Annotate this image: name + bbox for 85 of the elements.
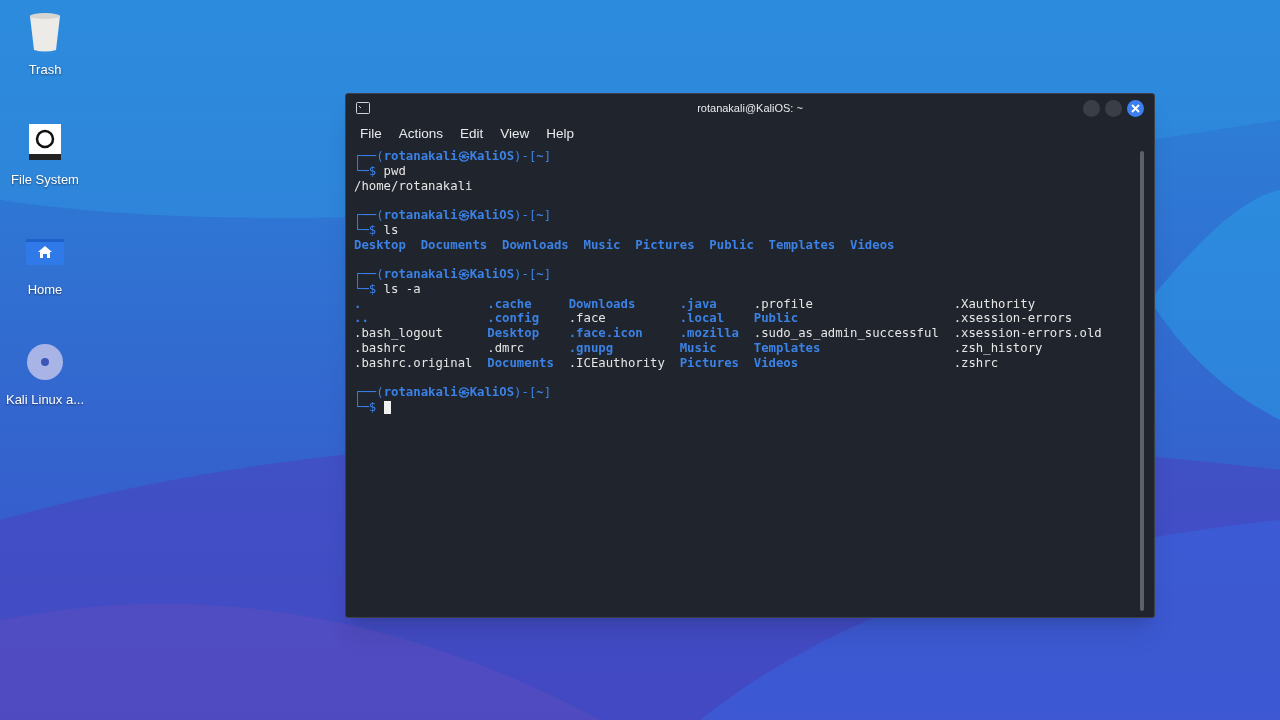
prompt-frame: ┌──(: [354, 208, 384, 223]
file-name: .bashrc.original: [354, 355, 473, 371]
icon-label[interactable]: Home: [27, 280, 63, 300]
directory-name: Templates: [753, 340, 821, 356]
command-text: ls: [383, 222, 399, 238]
directory-name: Downloads: [568, 296, 636, 312]
prompt-frame: ]: [543, 385, 552, 400]
menu-item[interactable]: Actions: [391, 123, 451, 145]
prompt-frame: ]: [543, 208, 552, 223]
file-name: .zsh_history: [953, 340, 1043, 356]
drive-icon[interactable]: [28, 123, 62, 161]
menu-item[interactable]: Help: [539, 123, 582, 145]
file-name: .bashrc: [354, 340, 406, 356]
icon-label[interactable]: File System: [11, 170, 79, 190]
icon-label[interactable]: Trash: [28, 60, 62, 80]
directory-name: Pictures: [679, 355, 739, 371]
file-name: .xsession-errors.old: [953, 326, 1102, 341]
prompt-symbol: └─$: [354, 281, 377, 297]
trash-icon[interactable]: [27, 12, 63, 52]
file-name: .Xauthority: [953, 296, 1036, 312]
prompt-text: ~: [536, 208, 544, 223]
directory-name: Public: [709, 237, 754, 253]
prompt-text: rotanakali㉿KaliOS: [383, 149, 515, 164]
directory-name: Templates: [768, 237, 836, 253]
close-icon: [1131, 103, 1140, 113]
directory-name: Downloads: [502, 237, 569, 253]
file-name: .zshrc: [953, 355, 999, 371]
prompt-symbol: └─$: [354, 163, 377, 179]
directory-name: Documents: [420, 237, 488, 253]
prompt-frame: ]: [543, 149, 552, 164]
directory-name: .: [354, 296, 362, 312]
prompt-symbol: └─$: [354, 222, 377, 238]
directory-name: .config: [487, 311, 540, 326]
file-name: .sudo_as_admin_successful: [753, 326, 939, 341]
prompt-symbol: └─$: [354, 399, 377, 415]
directory-name: Music: [679, 340, 717, 356]
directory-name: Documents: [487, 355, 554, 371]
directory-name: .face.icon: [568, 326, 643, 341]
close-button[interactable]: [1127, 99, 1144, 117]
directory-name: Music: [583, 237, 621, 253]
prompt-frame: ]: [543, 267, 552, 282]
terminal-icon: [356, 102, 370, 114]
directory-name: Videos: [850, 237, 895, 253]
prompt-text: rotanakali㉿KaliOS: [383, 208, 515, 223]
directory-name: Pictures: [635, 237, 695, 253]
file-name: .face: [568, 311, 606, 326]
home-icon[interactable]: [26, 239, 64, 265]
scrollbar[interactable]: [1140, 151, 1144, 611]
directory-name: Public: [753, 311, 799, 326]
menu-item[interactable]: View: [493, 123, 537, 145]
prompt-text: rotanakali㉿KaliOS: [383, 385, 515, 400]
command-text: ls -a: [383, 281, 421, 297]
command-text: pwd: [383, 163, 406, 179]
prompt-text: ~: [536, 267, 544, 282]
file-name: .profile: [753, 296, 813, 312]
menu-item[interactable]: Edit: [453, 123, 491, 145]
directory-name: Desktop: [487, 326, 540, 341]
directory-name: .local: [679, 311, 725, 326]
icon-label[interactable]: Kali Linux a...: [5, 390, 84, 410]
text-cursor: [383, 400, 391, 414]
directory-name: .mozilla: [679, 326, 739, 341]
directory-name: .java: [679, 296, 717, 312]
prompt-frame: ┌──(: [354, 385, 384, 400]
directory-name: Videos: [753, 355, 799, 371]
prompt-frame: )-[: [514, 267, 537, 282]
prompt-text: ~: [536, 149, 544, 164]
output-line: /home/rotanakali: [354, 178, 473, 194]
prompt-frame: ┌──(: [354, 149, 384, 164]
menu-item[interactable]: File: [353, 123, 389, 145]
prompt-frame: )-[: [514, 385, 537, 400]
prompt-text: ~: [536, 385, 544, 400]
prompt-frame: ┌──(: [354, 267, 384, 282]
directory-name: .gnupg: [568, 340, 614, 356]
file-name: .ICEauthority: [568, 355, 665, 371]
file-name: .bash_logout: [354, 326, 443, 341]
prompt-frame: )-[: [514, 149, 537, 164]
window-title: rotanakali@KaliOS: ~: [697, 100, 803, 116]
file-name: .dmrc: [487, 340, 525, 356]
prompt-frame: )-[: [514, 208, 537, 223]
directory-name: .cache: [487, 296, 532, 312]
directory-name: ..: [354, 311, 369, 326]
prompt-text: rotanakali㉿KaliOS: [383, 267, 515, 282]
disc-icon[interactable]: [26, 343, 64, 381]
directory-name: Desktop: [354, 237, 406, 253]
file-name: .xsession-errors: [953, 311, 1073, 326]
